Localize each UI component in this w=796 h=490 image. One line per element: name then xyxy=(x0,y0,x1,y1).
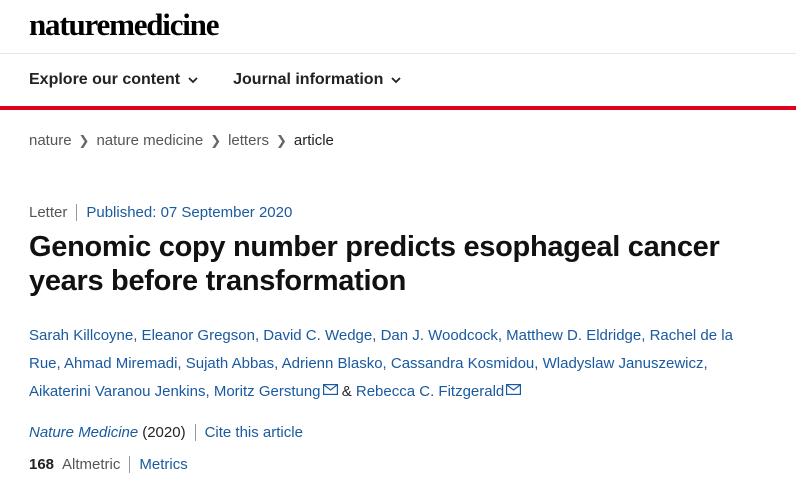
article-type: Letter xyxy=(29,204,78,221)
nav-explore-content[interactable]: Explore our content xyxy=(29,71,199,89)
altmetric-count: 168 xyxy=(29,456,55,473)
publication-year: (2020) xyxy=(142,424,196,441)
breadcrumb-letters[interactable]: letters xyxy=(228,132,269,149)
author-link-corresponding[interactable]: Rebecca C. Fitzgerald xyxy=(356,383,504,400)
mail-icon[interactable] xyxy=(322,384,338,395)
logo-medicine: medicine xyxy=(109,7,219,42)
authors-line-3: Aikaterini Varanou Jenkins, Moritz Gerst… xyxy=(29,378,769,406)
metrics-line: 168 Altmetric Metrics xyxy=(29,456,188,473)
chevron-down-icon xyxy=(188,77,198,84)
citation-line: Nature Medicine (2020) Cite this article xyxy=(29,424,303,441)
journal-name[interactable]: Nature Medicine xyxy=(29,424,138,441)
breadcrumb: nature ❯ nature medicine ❯ letters ❯ art… xyxy=(29,132,334,149)
accent-bar xyxy=(0,106,796,110)
logo-nature: nature xyxy=(29,7,110,42)
chevron-right-icon: ❯ xyxy=(78,132,90,148)
metrics-link[interactable]: Metrics xyxy=(130,456,187,473)
article-title: Genomic copy number predicts esophageal … xyxy=(29,231,720,297)
author-link[interactable]: Aikaterini Varanou Jenkins, Moritz Gerst… xyxy=(29,383,321,400)
authors-ampersand: & xyxy=(337,383,356,400)
published-date: Published: 07 September 2020 xyxy=(86,204,293,221)
breadcrumb-nature[interactable]: nature xyxy=(29,132,72,149)
author-list: Sarah Killcoyne, Eleanor Gregson, David … xyxy=(29,322,769,406)
cite-this-article-link[interactable]: Cite this article xyxy=(196,424,303,441)
authors-line-2[interactable]: Rue, Ahmad Miremadi, Sujath Abbas, Adrie… xyxy=(29,350,769,378)
journal-logo[interactable]: naturemedicine xyxy=(29,7,219,42)
chevron-right-icon: ❯ xyxy=(275,132,287,148)
article-meta: Letter Published: 07 September 2020 xyxy=(29,204,292,221)
breadcrumb-article: article xyxy=(293,132,334,149)
mail-icon[interactable] xyxy=(506,384,522,395)
chevron-down-icon xyxy=(391,77,401,84)
breadcrumb-nature-medicine[interactable]: nature medicine xyxy=(96,132,203,149)
site-header: naturemedicine xyxy=(0,0,796,54)
nav-journal-label: Journal information xyxy=(233,71,384,88)
authors-line-1[interactable]: Sarah Killcoyne, Eleanor Gregson, David … xyxy=(29,322,769,350)
nav-explore-label: Explore our content xyxy=(29,71,181,88)
chevron-right-icon: ❯ xyxy=(210,132,222,148)
nav-journal-information[interactable]: Journal information xyxy=(233,71,402,89)
main-nav: Explore our content Journal information xyxy=(0,54,796,106)
altmetric-label: Altmetric xyxy=(62,456,131,473)
